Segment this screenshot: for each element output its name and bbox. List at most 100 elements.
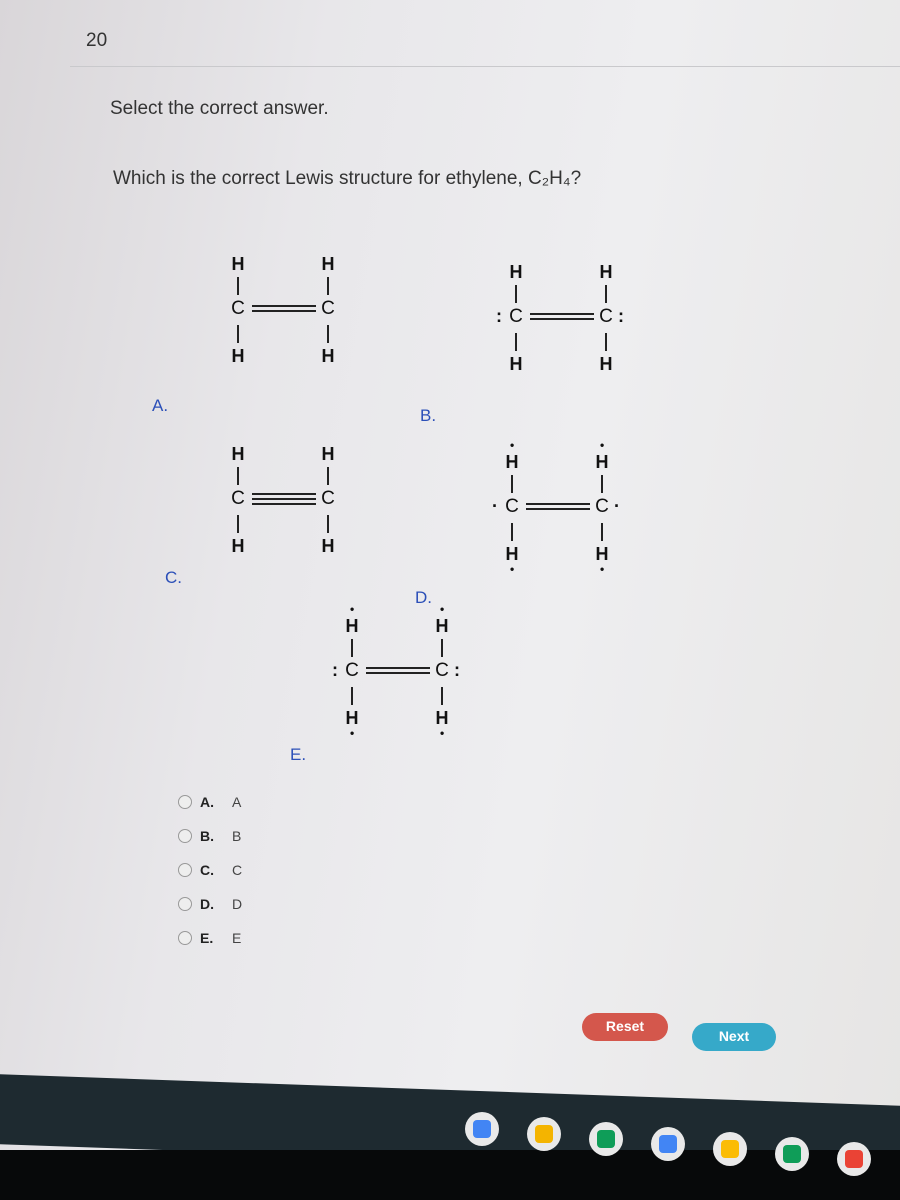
radio-button[interactable]: [178, 863, 192, 877]
gmail-icon-glyph: [845, 1150, 863, 1168]
radio-button[interactable]: [178, 897, 192, 911]
electron-dot: •: [350, 726, 355, 740]
answer-value: C: [232, 862, 243, 878]
structure-label: B.: [420, 406, 437, 425]
question-text: Which is the correct Lewis structure for…: [113, 168, 582, 189]
single-bond: [515, 333, 517, 351]
next-button[interactable]: Next: [692, 1023, 776, 1051]
single-bond: [441, 687, 443, 705]
docs-icon[interactable]: [651, 1127, 685, 1161]
single-bond: [237, 467, 239, 485]
slides-icon-glyph: [535, 1125, 553, 1143]
chrome-icon[interactable]: [465, 1112, 499, 1146]
docs-icon-glyph: [659, 1135, 677, 1153]
single-bond: [237, 325, 239, 343]
carbon-atom: C: [509, 306, 523, 327]
answer-option-d[interactable]: D. D: [178, 887, 242, 921]
single-bond: [327, 325, 329, 343]
answer-label: D.: [200, 896, 214, 912]
answer-value: A: [232, 794, 242, 810]
carbon-atom: C: [231, 298, 245, 319]
answer-option-a[interactable]: A. A: [178, 785, 242, 819]
carbon-atom: C: [345, 660, 359, 681]
structure-label: A.: [152, 396, 169, 415]
classroom-icon-glyph: [597, 1130, 615, 1148]
single-bond: [511, 523, 513, 541]
hydrogen-atom: H: [595, 452, 609, 472]
answer-value: D: [232, 896, 243, 912]
carbon-atom: C: [599, 306, 613, 327]
electron-dot: •: [350, 602, 355, 616]
answer-choices: A. A B. B C. C D. D E. E: [178, 785, 242, 955]
answer-label: B.: [200, 828, 214, 844]
gmail-icon[interactable]: [837, 1142, 871, 1176]
lone-pair-dots: ·: [614, 496, 620, 516]
carbon-atom: C: [231, 488, 245, 509]
carbon-carbon-bond: [252, 310, 316, 312]
hydrogen-atom: H: [435, 616, 449, 636]
chrome-icon-glyph: [473, 1120, 491, 1138]
electron-dot: •: [440, 726, 445, 740]
single-bond: [351, 639, 353, 657]
prompt-text: Select the correct answer.: [110, 98, 329, 119]
classroom-icon[interactable]: [589, 1122, 623, 1156]
carbon-carbon-bond: [252, 493, 316, 495]
lewis-structure-e: H C H • • H C H • •::: [314, 602, 474, 762]
electron-dot: •: [600, 562, 605, 576]
sheets-icon[interactable]: [775, 1137, 809, 1171]
carbon-carbon-bond: [252, 503, 316, 505]
electron-dot: •: [510, 438, 515, 452]
question-number: 20: [86, 30, 108, 51]
reset-button[interactable]: Reset: [582, 1013, 668, 1041]
carbon-carbon-bond: [526, 508, 590, 510]
hydrogen-atom: H: [321, 536, 335, 556]
hydrogen-atom: H: [321, 444, 335, 464]
screen-bezel: [0, 1150, 900, 1200]
structure-label: C.: [165, 568, 182, 587]
hydrogen-atom: H: [231, 254, 245, 274]
answer-option-e[interactable]: E. E: [178, 921, 242, 955]
radio-button[interactable]: [178, 829, 192, 843]
single-bond: [327, 277, 329, 295]
hydrogen-atom: H: [345, 616, 359, 636]
single-bond: [237, 277, 239, 295]
drive-icon[interactable]: [713, 1132, 747, 1166]
answer-label: E.: [200, 930, 214, 946]
lewis-structure-b: HCHHCH::: [478, 258, 638, 408]
lone-pair-dots: :: [332, 660, 338, 680]
carbon-carbon-bond: [526, 503, 590, 505]
carbon-carbon-bond: [366, 672, 430, 674]
single-bond: [605, 285, 607, 303]
single-bond: [237, 515, 239, 533]
carbon-atom: C: [595, 496, 609, 517]
hydrogen-atom: H: [231, 536, 245, 556]
lewis-structure-d: H C H • • H C H • • · ·: [474, 438, 634, 598]
carbon-atom: C: [321, 488, 335, 509]
answer-option-c[interactable]: C. C: [178, 853, 242, 887]
lone-pair-dots: ·: [492, 496, 498, 516]
carbon-carbon-bond: [252, 305, 316, 307]
hydrogen-atom: H: [599, 262, 613, 282]
single-bond: [601, 523, 603, 541]
single-bond: [515, 285, 517, 303]
carbon-atom: C: [505, 496, 519, 517]
slides-icon[interactable]: [527, 1117, 561, 1151]
carbon-atom: C: [435, 660, 449, 681]
lewis-structure-a: H C H H C H: [200, 250, 360, 400]
carbon-carbon-bond: [366, 667, 430, 669]
single-bond: [601, 475, 603, 493]
electron-dot: •: [600, 438, 605, 452]
radio-button[interactable]: [178, 931, 192, 945]
radio-button[interactable]: [178, 795, 192, 809]
lewis-structure-c: H C H H C H: [200, 440, 360, 590]
single-bond: [327, 467, 329, 485]
hydrogen-atom: H: [231, 346, 245, 366]
carbon-carbon-bond: [252, 498, 316, 500]
carbon-carbon-bond: [530, 318, 594, 320]
carbon-carbon-bond: [530, 313, 594, 315]
carbon-atom: C: [321, 298, 335, 319]
hydrogen-atom: H: [599, 354, 613, 374]
lone-pair-dots: :: [618, 306, 624, 326]
answer-option-b[interactable]: B. B: [178, 819, 242, 853]
hydrogen-atom: H: [509, 354, 523, 374]
